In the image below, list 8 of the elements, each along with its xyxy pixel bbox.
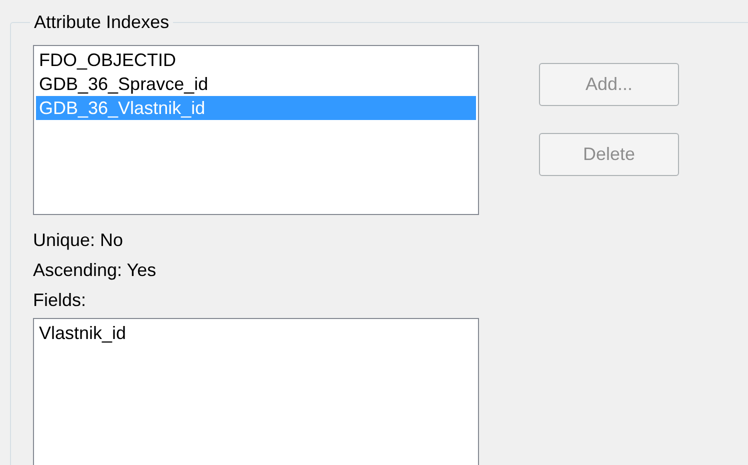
detail-label: Ascending: Yes bbox=[33, 259, 156, 282]
list-item[interactable]: FDO_OBJECTID bbox=[36, 48, 476, 72]
list-item[interactable]: GDB_36_Spravce_id bbox=[36, 72, 476, 96]
fields-list[interactable]: Vlastnik_id bbox=[33, 318, 479, 465]
list-item[interactable]: Vlastnik_id bbox=[36, 321, 476, 345]
index-list[interactable]: FDO_OBJECTID GDB_36_Spravce_id GDB_36_Vlastnik_id bbox=[33, 45, 479, 215]
detail-label: Fields: bbox=[33, 289, 88, 312]
detail-label: Unique: No bbox=[33, 229, 124, 252]
